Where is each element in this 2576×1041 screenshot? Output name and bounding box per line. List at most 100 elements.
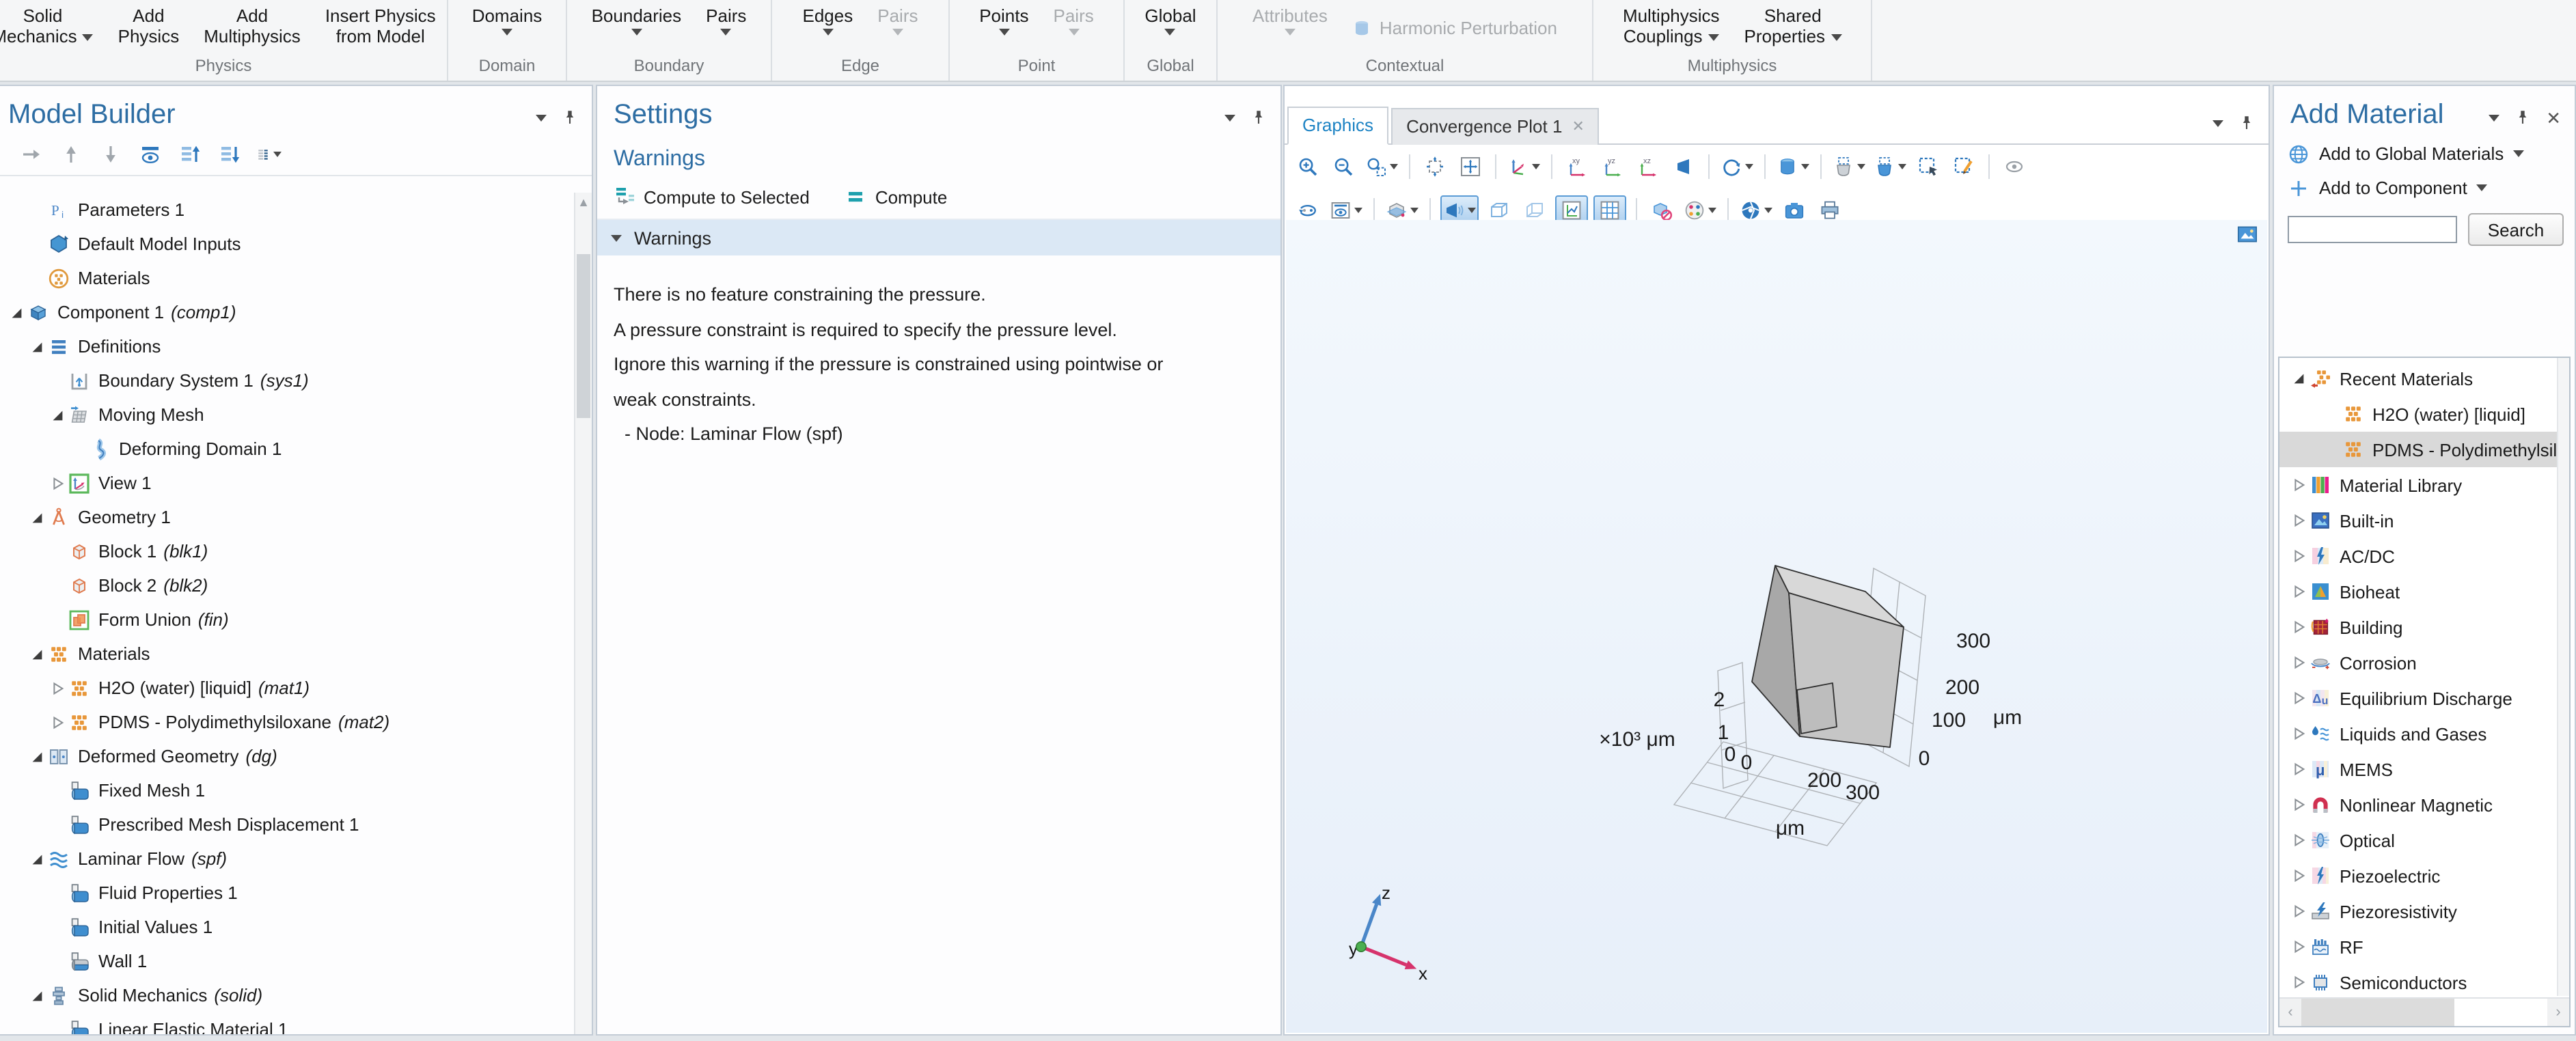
ribbon-button-boundaries[interactable]: Boundaries <box>592 5 682 56</box>
tree-item-default-model-inputs[interactable]: Default Model Inputs <box>0 227 575 261</box>
compute-button[interactable]: Compute <box>845 186 948 208</box>
tree-item-pdms-polydimethylsiloxane[interactable]: PDMS - Polydimethylsiloxane <box>2279 432 2558 467</box>
tree-item-definitions[interactable]: Definitions <box>0 329 575 363</box>
add-to-component-button[interactable]: Add to Component <box>2288 171 2575 205</box>
pin-icon[interactable] <box>562 108 578 127</box>
tree-item-equilibrium-discharge[interactable]: ΔuEquilibrium Discharge <box>2279 680 2558 716</box>
expand-icon[interactable] <box>2290 619 2307 635</box>
tab-convergence-plot[interactable]: Convergence Plot 1 ✕ <box>1391 108 1600 145</box>
material-list-vscrollbar[interactable] <box>2557 358 2569 996</box>
scrollbar-thumb[interactable] <box>577 254 590 418</box>
tree-item-parameters-1[interactable]: PiParameters 1 <box>0 193 575 227</box>
tree-item-initial-values-1[interactable]: Initial Values 1 <box>0 910 575 944</box>
scroll-left-icon[interactable]: ‹ <box>2279 1004 2301 1021</box>
ribbon-button-domains[interactable]: Domains <box>472 5 543 56</box>
arrow-right-icon[interactable] <box>19 142 44 167</box>
panel-menu-icon[interactable] <box>2212 120 2223 126</box>
tree-item-recent-materials[interactable]: Recent Materials <box>2279 361 2558 396</box>
scene-light-icon[interactable] <box>1775 153 1811 180</box>
select-box-icon[interactable] <box>1913 153 1943 180</box>
tree-item-linear-elastic-material-1[interactable]: Linear Elastic Material 1 <box>0 1012 575 1034</box>
tab-graphics[interactable]: Graphics <box>1287 107 1388 145</box>
expand-icon[interactable] <box>2290 548 2307 564</box>
expand-icon[interactable] <box>2290 583 2307 600</box>
move-down-icon[interactable] <box>217 142 242 167</box>
material-list-hscrollbar[interactable]: ‹ › <box>2279 997 2569 1026</box>
expand-icon[interactable] <box>2290 903 2307 919</box>
tree-item-laminar-flow[interactable]: Laminar Flow(spf) <box>0 842 575 876</box>
fit-view-icon[interactable] <box>1455 153 1485 180</box>
add-to-global-materials-button[interactable]: Add to Global Materials <box>2288 137 2575 171</box>
ribbon-button-points[interactable]: Points <box>979 5 1028 56</box>
ribbon-button-add-physics[interactable]: AddPhysics <box>118 5 180 56</box>
tree-item-material-library[interactable]: Material Library <box>2279 467 2558 503</box>
ribbon-button-add-multiphysics[interactable]: AddMultiphysics <box>204 5 301 56</box>
tree-item-fluid-properties-1[interactable]: Fluid Properties 1 <box>0 876 575 910</box>
expand-icon[interactable] <box>2290 868 2307 884</box>
expand-icon[interactable] <box>2290 832 2307 848</box>
zoom-out-icon[interactable] <box>1328 153 1358 180</box>
collapse-icon[interactable] <box>2290 370 2307 387</box>
tree-item-block-2[interactable]: Block 2(blk2) <box>0 568 575 602</box>
tree-item-nonlinear-magnetic[interactable]: Nonlinear Magnetic <box>2279 787 2558 822</box>
expand-icon[interactable] <box>2290 939 2307 955</box>
ribbon-button-global[interactable]: Global <box>1145 5 1196 56</box>
tree-item-moving-mesh[interactable]: Moving Mesh <box>0 398 575 432</box>
tree-item-materials[interactable]: Materials <box>0 261 575 295</box>
move-up-icon[interactable] <box>178 142 202 167</box>
tree-item-building[interactable]: Building <box>2279 609 2558 645</box>
rotate-icon[interactable] <box>1719 153 1755 180</box>
tree-item-wall-1[interactable]: Wall 1 <box>0 944 575 978</box>
tree-item-fixed-mesh-1[interactable]: Fixed Mesh 1 <box>0 773 575 807</box>
tree-item-bioheat[interactable]: Bioheat <box>2279 574 2558 609</box>
environment-gray-icon[interactable] <box>1831 153 1867 180</box>
close-panel-icon[interactable]: ✕ <box>2546 109 2561 126</box>
ribbon-button-insert-physics-from-model[interactable]: Insert Physicsfrom Model <box>325 5 436 56</box>
expand-icon[interactable] <box>2290 974 2307 990</box>
panel-menu-icon[interactable] <box>536 114 547 121</box>
collapse-icon[interactable] <box>8 304 25 320</box>
tree-item-solid-mechanics[interactable]: Solid Mechanics(solid) <box>0 978 575 1012</box>
collapse-icon[interactable] <box>29 338 45 355</box>
tree-item-deformed-geometry[interactable]: Deformed Geometry(dg) <box>0 739 575 773</box>
scrollbar-thumb[interactable] <box>2301 999 2454 1026</box>
expand-icon[interactable] <box>2290 690 2307 706</box>
scroll-right-icon[interactable]: › <box>2547 1004 2569 1021</box>
expand-icon[interactable] <box>49 680 66 696</box>
tree-item-h2o-water-liquid[interactable]: H2O (water) [liquid](mat1) <box>0 671 575 705</box>
show-icon[interactable] <box>138 142 163 167</box>
tree-item-prescribed-mesh-displacement-1[interactable]: Prescribed Mesh Displacement 1 <box>0 807 575 842</box>
tree-item-corrosion[interactable]: Corrosion <box>2279 645 2558 680</box>
tree-item-rf[interactable]: RF <box>2279 929 2558 964</box>
expand-icon[interactable] <box>2290 725 2307 742</box>
expand-icon[interactable] <box>49 714 66 730</box>
transparency-icon[interactable] <box>1999 153 2029 180</box>
tree-item-mems[interactable]: μMEMS <box>2279 751 2558 787</box>
ribbon-button-edges[interactable]: Edges <box>803 5 853 56</box>
material-search-input[interactable] <box>2288 216 2457 243</box>
perspective-icon[interactable] <box>1669 153 1699 180</box>
tree-item-boundary-system-1[interactable]: Boundary System 1(sys1) <box>0 363 575 398</box>
tree-item-pdms-polydimethylsiloxane[interactable]: PDMS - Polydimethylsiloxane(mat2) <box>0 705 575 739</box>
expand-icon[interactable] <box>2290 761 2307 777</box>
expand-icon[interactable] <box>49 475 66 491</box>
expand-icon[interactable] <box>2290 796 2307 813</box>
graphics-canvas[interactable]: 2 1 0 ×10³ μm 0 200 300 μm 300 200 100 0… <box>1286 220 2267 1033</box>
warnings-section-header[interactable]: Warnings <box>597 219 1280 255</box>
tree-item-ac-dc[interactable]: AC/DC <box>2279 538 2558 574</box>
panel-menu-icon[interactable] <box>2489 114 2499 121</box>
zoom-extents-icon[interactable] <box>1420 153 1450 180</box>
search-button[interactable]: Search <box>2468 213 2564 246</box>
pin-icon[interactable] <box>2515 108 2531 127</box>
ribbon-button-pairs[interactable]: Pairs <box>706 5 746 56</box>
tree-item-view-1[interactable]: View 1 <box>0 466 575 500</box>
tree-item-block-1[interactable]: Block 1(blk1) <box>0 534 575 568</box>
image-icon[interactable] <box>2236 223 2259 246</box>
view-xy-icon[interactable]: xy <box>1562 153 1592 180</box>
tree-item-piezoelectric[interactable]: Piezoelectric <box>2279 858 2558 893</box>
view-xz-icon[interactable]: xz <box>1633 153 1663 180</box>
scroll-up-icon[interactable]: ▲ <box>575 193 592 209</box>
tree-item-component-1[interactable]: Component 1(comp1) <box>0 295 575 329</box>
collapse-icon[interactable] <box>257 142 282 167</box>
pin-icon[interactable] <box>2238 113 2255 133</box>
